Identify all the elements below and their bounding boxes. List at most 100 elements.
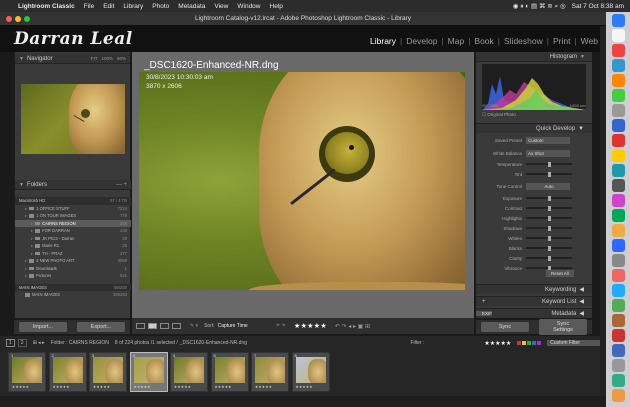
dock-app-icon[interactable] [611, 329, 625, 342]
white-balance-row[interactable]: White Balance As Shot [476, 148, 592, 158]
sort-select[interactable]: Capture Time [218, 323, 248, 329]
navigator-header[interactable]: ▼ Navigator FIT 100% 50% [15, 54, 130, 64]
dock-app-icon[interactable] [611, 359, 625, 372]
histogram-header[interactable]: Histogram ▼ [476, 52, 592, 62]
folder-item[interactable]: ▸ 1 OFFICE STUFF 7224 [15, 205, 131, 213]
minimize-icon[interactable] [15, 16, 21, 22]
keyword-list-header[interactable]: + Keyword List ◀ [476, 296, 592, 306]
menu-app[interactable]: Lightroom Classic [18, 3, 75, 10]
folder-item[interactable]: ▸ FOR DARRAN 238 [15, 227, 131, 235]
export-button[interactable]: Export... [77, 322, 125, 332]
dock-app-icon[interactable] [611, 299, 625, 312]
module-develop[interactable]: Develop [402, 36, 441, 46]
rotate-icons[interactable]: ↶ ↷ ◂ ▸ ▣ ⊞ [335, 323, 370, 330]
page-2[interactable]: 2 [17, 339, 27, 347]
folder-item[interactable]: MAIN IMAGES 369293 [15, 291, 131, 299]
disclosure-icon[interactable]: ▸ [31, 243, 33, 248]
disclosure-icon[interactable]: ▸ [25, 273, 27, 278]
filmstrip-thumbnail[interactable]: 2 ★★★★★ [48, 352, 87, 392]
qd-row-contrast[interactable]: Contrast [476, 203, 592, 213]
menu-edit[interactable]: Edit [103, 3, 114, 10]
quick-develop-header[interactable]: Quick Develop ▼ [476, 123, 592, 133]
zoom-icon[interactable] [24, 16, 30, 22]
dock-app-icon[interactable] [611, 29, 625, 42]
qd-row-shadows[interactable]: Shadows [476, 223, 592, 233]
folder-item[interactable]: ▸ Pictures 931 [15, 272, 131, 280]
module-web[interactable]: Web [577, 36, 602, 46]
dock-app-icon[interactable] [611, 44, 625, 57]
disclosure-icon[interactable]: ▸ [25, 206, 27, 211]
folder-item[interactable]: ▸ Downloads 1 [15, 265, 131, 273]
folders-header[interactable]: ▼ Folders — + [15, 180, 131, 190]
menu-window[interactable]: Window [237, 3, 260, 10]
dock-app-icon[interactable] [611, 14, 625, 27]
custom-filter-select[interactable]: Custom Filter [547, 340, 600, 346]
module-print[interactable]: Print [549, 36, 574, 46]
dock-app-icon[interactable] [611, 254, 625, 267]
folder-item[interactable]: ▸ TH - PRAZ 277 [15, 250, 131, 258]
qd-row-vibrance[interactable]: Vibrance [476, 263, 592, 273]
volume-main-images[interactable]: MAIN IMAGES 55/200 [15, 283, 131, 291]
menu-file[interactable]: File [84, 3, 94, 10]
saved-preset-row[interactable]: Saved Preset Custom [476, 135, 592, 145]
grid-view-icon[interactable] [136, 323, 145, 329]
folder-item[interactable]: ▸ 1 ON TOUR IMAGES 779 [15, 212, 131, 220]
grid-icon[interactable]: ⊞ ◂ ▸ [33, 340, 45, 346]
filmstrip-thumbnail[interactable]: 1 ★★★★★ [8, 352, 46, 392]
filmstrip-thumbnail[interactable]: 5 ★★★★★ [170, 352, 208, 392]
survey-view-icon[interactable] [172, 323, 181, 329]
dock-app-icon[interactable] [611, 164, 625, 177]
filter-stars[interactable]: ★★★★★ [484, 340, 511, 347]
folder-item[interactable]: ▸ JK PICS - Darran 28 [15, 235, 131, 243]
page-1[interactable]: 1 [6, 339, 15, 347]
menu-library[interactable]: Library [123, 3, 143, 10]
disclosure-icon[interactable]: ▸ [31, 236, 33, 241]
navigator-preview[interactable] [21, 84, 125, 154]
disclosure-icon[interactable]: ▸ [31, 228, 33, 233]
compare-view-icon[interactable] [160, 323, 169, 329]
disclosure-icon[interactable]: ▸ [31, 221, 33, 226]
temperature-row[interactable]: Temperature [476, 159, 592, 169]
metadata-header[interactable]: EXIF Metadata ◀ [476, 308, 592, 318]
import-button[interactable]: Import... [19, 322, 67, 332]
source-folder[interactable]: Folder : CAIRNS REGION [51, 340, 109, 346]
dock-app-icon[interactable] [611, 59, 625, 72]
module-book[interactable]: Book [470, 36, 497, 46]
zoom-50[interactable]: 50% [117, 56, 126, 61]
main-photo[interactable] [139, 72, 465, 290]
filmstrip-thumbnail[interactable]: 7 ★★★★★ [251, 352, 289, 392]
menu-help[interactable]: Help [270, 3, 283, 10]
dock-app-icon[interactable] [611, 119, 625, 132]
keywording-header[interactable]: Keywording ◀ [476, 284, 592, 294]
dock-app-icon[interactable] [611, 89, 625, 102]
dock-app-icon[interactable] [611, 344, 625, 357]
volume-macintosh[interactable]: Macintosh HD 57 / 4 TB [15, 197, 131, 205]
module-map[interactable]: Map [444, 36, 469, 46]
qd-row-exposure[interactable]: Exposure [476, 193, 592, 203]
dock-app-icon[interactable] [611, 239, 625, 252]
dock-app-icon[interactable] [611, 194, 625, 207]
original-photo-checkbox[interactable]: ☐ Original Photo [482, 112, 516, 118]
zoom-100[interactable]: 100% [101, 56, 113, 61]
dock-app-icon[interactable] [611, 389, 625, 402]
dock-app-icon[interactable] [611, 134, 625, 147]
filmstrip-thumbnail[interactable]: 4 ★★★★★ [129, 352, 168, 392]
module-slideshow[interactable]: Slideshow [500, 36, 547, 46]
reset-all-button[interactable]: Reset All [546, 270, 574, 277]
rating-stars[interactable]: ★★★★★ [294, 322, 327, 330]
dock-app-icon[interactable] [611, 209, 625, 222]
dock-app-icon[interactable] [611, 179, 625, 192]
sync-button[interactable]: Sync [481, 322, 529, 332]
color-labels[interactable] [517, 341, 542, 345]
clock[interactable]: Sat 7 Oct 8:38 am [572, 3, 624, 10]
qd-row-whites[interactable]: Whites [476, 233, 592, 243]
disclosure-icon[interactable]: ▸ [25, 213, 27, 218]
tint-row[interactable]: Tint [476, 169, 592, 179]
menu-photo[interactable]: Photo [152, 3, 169, 10]
filmstrip-thumbnail[interactable]: 3 ★★★★★ [89, 352, 127, 392]
painter-icon[interactable]: ✎ ▾ [190, 323, 198, 329]
folder-item[interactable]: ▸ 2 NEW PHOTO ART 4069 [15, 257, 131, 265]
disclosure-icon[interactable]: ▸ [25, 258, 27, 263]
qd-row-highlights[interactable]: Highlights [476, 213, 592, 223]
dock-app-icon[interactable] [611, 224, 625, 237]
